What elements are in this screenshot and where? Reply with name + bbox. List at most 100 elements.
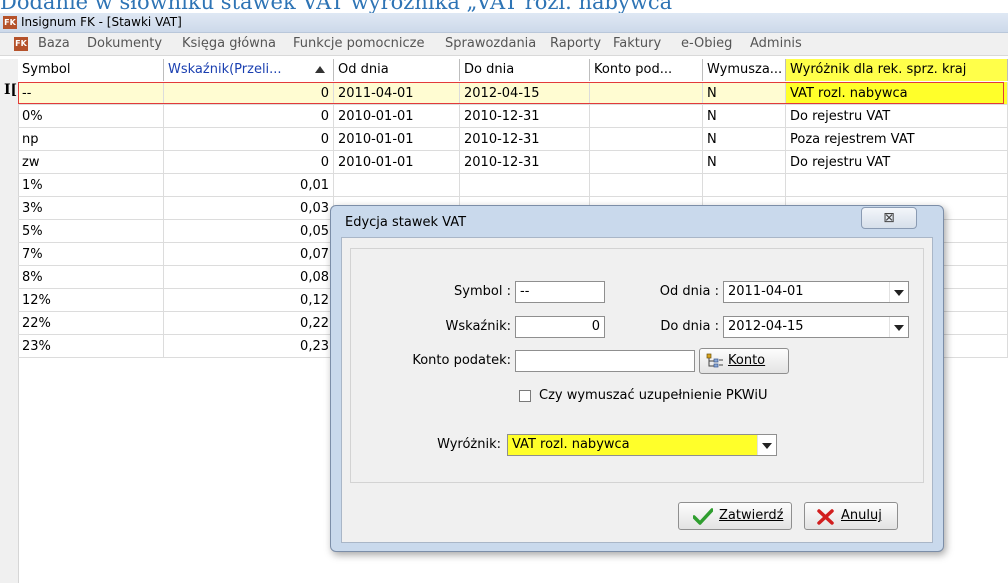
chevron-down-icon[interactable] bbox=[889, 317, 908, 337]
od-dnia-value: 2011-04-01 bbox=[728, 284, 804, 299]
cell-wskaznik[interactable]: 0,22 bbox=[164, 312, 334, 335]
cell-do-dnia[interactable]: 2012-04-15 bbox=[460, 82, 590, 105]
cell-symbol[interactable]: zw bbox=[18, 151, 164, 174]
menu-ksiega-glowna[interactable]: Księga główna bbox=[179, 33, 279, 55]
cell-symbol[interactable]: 12% bbox=[18, 289, 164, 312]
symbol-input[interactable]: -- bbox=[515, 281, 605, 303]
chevron-down-icon[interactable] bbox=[757, 435, 776, 455]
col-do-dnia[interactable]: Do dnia bbox=[460, 59, 590, 81]
anuluj-button-label: Anuluj bbox=[841, 508, 882, 523]
cell-symbol[interactable]: -- bbox=[18, 82, 164, 105]
cell-wskaznik[interactable]: 0,01 bbox=[164, 174, 334, 197]
wyroznik-label: Wyróżnik: bbox=[437, 437, 501, 452]
col-wyroznik[interactable]: Wyróżnik dla rek. sprz. kraj bbox=[786, 59, 1008, 81]
cell-symbol[interactable]: 1% bbox=[18, 174, 164, 197]
cell-wskaznik[interactable]: 0 bbox=[164, 128, 334, 151]
cell-konto[interactable] bbox=[590, 128, 703, 151]
wyroznik-select[interactable]: VAT rozl. nabywca bbox=[507, 434, 777, 456]
cell-wymuszac[interactable]: N bbox=[703, 82, 786, 105]
cell-symbol[interactable]: 0% bbox=[18, 105, 164, 128]
cell-wskaznik[interactable]: 0 bbox=[164, 151, 334, 174]
window-titlebar: FK Insignum FK - [Stawki VAT] bbox=[0, 13, 1008, 33]
cell-wskaznik[interactable]: 0,12 bbox=[164, 289, 334, 312]
cell-symbol[interactable]: 8% bbox=[18, 266, 164, 289]
cell-wymuszac[interactable] bbox=[703, 174, 786, 197]
cell-wyroznik[interactable]: Do rejestru VAT bbox=[786, 151, 1008, 174]
window-title: Insignum FK - [Stawki VAT] bbox=[21, 15, 182, 29]
cell-wyroznik[interactable] bbox=[786, 174, 1008, 197]
cell-wyroznik[interactable]: Do rejestru VAT bbox=[786, 105, 1008, 128]
col-wymuszac[interactable]: Wymusza... bbox=[703, 59, 786, 81]
do-dnia-select[interactable]: 2012-04-15 bbox=[723, 316, 909, 338]
cell-wskaznik[interactable]: 0 bbox=[164, 82, 334, 105]
cell-do-dnia[interactable]: 2010-12-31 bbox=[460, 151, 590, 174]
cell-wskaznik[interactable]: 0,03 bbox=[164, 197, 334, 220]
menu-faktury[interactable]: Faktury bbox=[610, 33, 664, 55]
cell-symbol[interactable]: 5% bbox=[18, 220, 164, 243]
menu-raporty[interactable]: Raporty bbox=[547, 33, 604, 55]
app-menu-icon[interactable]: FK bbox=[14, 37, 28, 51]
col-symbol[interactable]: Symbol bbox=[18, 59, 164, 81]
cell-od-dnia[interactable]: 2010-01-01 bbox=[334, 151, 460, 174]
cell-wskaznik[interactable]: 0,23 bbox=[164, 335, 334, 358]
cell-symbol[interactable]: 23% bbox=[18, 335, 164, 358]
table-row[interactable]: zw 0 2010-01-01 2010-12-31 N Do rejestru VAT bbox=[18, 151, 1008, 174]
konto-podatek-input[interactable] bbox=[515, 350, 695, 372]
wskaznik-label: Wskaźnik: bbox=[445, 319, 511, 334]
cell-wymuszac[interactable]: N bbox=[703, 128, 786, 151]
menu-adminis[interactable]: Adminis bbox=[747, 33, 805, 55]
menu-sprawozdania[interactable]: Sprawozdania bbox=[442, 33, 539, 55]
cell-wymuszac[interactable]: N bbox=[703, 151, 786, 174]
col-konto-podatek[interactable]: Konto pod... bbox=[590, 59, 703, 81]
anuluj-button[interactable]: Anuluj bbox=[804, 502, 898, 530]
cell-wyroznik[interactable]: Poza rejestrem VAT bbox=[786, 128, 1008, 151]
menu-dokumenty[interactable]: Dokumenty bbox=[84, 33, 165, 55]
table-row[interactable]: 0% 0 2010-01-01 2010-12-31 N Do rejestru VAT bbox=[18, 105, 1008, 128]
menu-baza[interactable]: Baza bbox=[35, 33, 73, 55]
cell-do-dnia[interactable] bbox=[460, 174, 590, 197]
col-wskaznik-label: Wskaźnik(Przeli... bbox=[168, 62, 282, 77]
cell-od-dnia[interactable]: 2010-01-01 bbox=[334, 128, 460, 151]
table-row[interactable]: 1% 0,01 bbox=[18, 174, 1008, 197]
cell-wymuszac[interactable]: N bbox=[703, 105, 786, 128]
col-od-dnia[interactable]: Od dnia bbox=[334, 59, 460, 81]
table-row[interactable]: np 0 2010-01-01 2010-12-31 N Poza rejestrem V… bbox=[18, 128, 1008, 151]
cell-symbol[interactable]: 3% bbox=[18, 197, 164, 220]
cell-konto[interactable] bbox=[590, 151, 703, 174]
cell-wskaznik[interactable]: 0 bbox=[164, 105, 334, 128]
chevron-down-icon[interactable] bbox=[889, 282, 908, 302]
do-dnia-label: Do dnia : bbox=[660, 319, 719, 334]
menu-e-obieg[interactable]: e-Obieg bbox=[678, 33, 735, 55]
cell-wskaznik[interactable]: 0,07 bbox=[164, 243, 334, 266]
cell-symbol[interactable]: 22% bbox=[18, 312, 164, 335]
do-dnia-value: 2012-04-15 bbox=[728, 319, 804, 334]
cell-do-dnia[interactable]: 2010-12-31 bbox=[460, 105, 590, 128]
cell-konto[interactable] bbox=[590, 82, 703, 105]
cell-wskaznik[interactable]: 0,08 bbox=[164, 266, 334, 289]
row-header: I[ bbox=[0, 59, 19, 583]
wyroznik-value: VAT rozl. nabywca bbox=[512, 437, 630, 452]
close-button[interactable]: ⊠ bbox=[861, 207, 917, 229]
cell-od-dnia[interactable]: 2011-04-01 bbox=[334, 82, 460, 105]
cell-symbol[interactable]: 7% bbox=[18, 243, 164, 266]
zatwierdz-button[interactable]: Zatwierdź bbox=[678, 502, 792, 530]
menu-funkcje-pomocnicze[interactable]: Funkcje pomocnicze bbox=[290, 33, 427, 55]
konto-button[interactable]: Konto bbox=[699, 348, 789, 374]
symbol-label: Symbol : bbox=[454, 284, 511, 299]
cell-konto[interactable] bbox=[590, 174, 703, 197]
cell-konto[interactable] bbox=[590, 105, 703, 128]
cell-wyroznik[interactable]: VAT rozl. nabywca bbox=[786, 82, 1008, 105]
wskaznik-input[interactable]: 0 bbox=[515, 316, 605, 338]
table-row[interactable]: -- 0 2011-04-01 2012-04-15 N VAT rozl. nabywc… bbox=[18, 82, 1008, 105]
zatwierdz-button-label: Zatwierdź bbox=[719, 508, 784, 523]
sort-ascending-icon bbox=[315, 66, 325, 73]
pkwiu-checkbox-label: Czy wymuszać uzupełnienie PKWiU bbox=[539, 388, 768, 403]
col-wskaznik[interactable]: Wskaźnik(Przeli... bbox=[164, 59, 334, 81]
cell-wskaznik[interactable]: 0,05 bbox=[164, 220, 334, 243]
od-dnia-select[interactable]: 2011-04-01 bbox=[723, 281, 909, 303]
cell-od-dnia[interactable] bbox=[334, 174, 460, 197]
cell-do-dnia[interactable]: 2010-12-31 bbox=[460, 128, 590, 151]
pkwiu-checkbox[interactable] bbox=[519, 390, 531, 402]
cell-symbol[interactable]: np bbox=[18, 128, 164, 151]
cell-od-dnia[interactable]: 2010-01-01 bbox=[334, 105, 460, 128]
